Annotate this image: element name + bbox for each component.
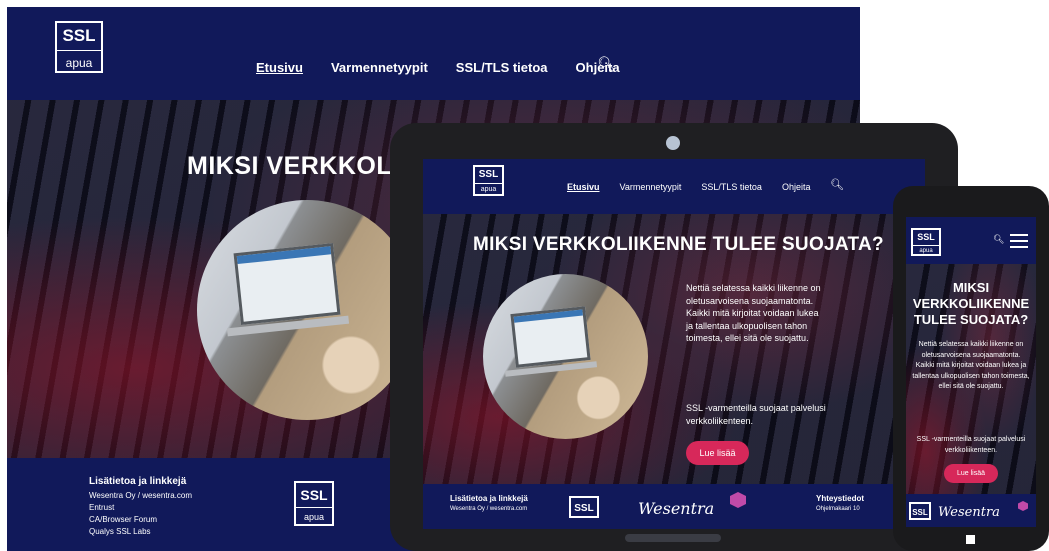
contact-title: Yhteystiedot	[816, 494, 865, 503]
phone-footer-logo: SSL	[909, 502, 931, 520]
footer-logo-line1: SSL	[300, 487, 328, 503]
footer-link-qualys[interactable]: Qualys SSL Labs	[89, 526, 192, 538]
hero-title: MIKSI VERKKOLII	[187, 152, 408, 180]
search-icon[interactable]: 🔍︎	[597, 55, 616, 73]
tablet-footer-logo-line1: SSL	[574, 503, 594, 514]
tablet-nav-ssl-tls-tietoa[interactable]: SSL/TLS tietoa	[701, 182, 762, 192]
desktop-header: SSL apua Etusivu Varmennetyypit SSL/TLS …	[7, 7, 860, 100]
footer-link-entrust[interactable]: Entrust	[89, 502, 192, 514]
phone-partner-hex-icon	[1018, 501, 1028, 511]
nav-item-ssl-tls-tietoa[interactable]: SSL/TLS tietoa	[456, 60, 548, 75]
tablet-footer-links-title: Lisätietoa ja linkkejä	[450, 494, 528, 503]
home-bar	[625, 534, 721, 542]
phone-logo-line2: apua	[913, 244, 939, 254]
logo-line2: apua	[57, 50, 101, 70]
footer-links: Wesentra Oy / wesentra.com Entrust CA/Br…	[89, 490, 192, 538]
search-icon[interactable]: 🔍︎	[993, 234, 1004, 245]
footer-links-title: Lisätietoa ja linkkejä	[89, 476, 187, 487]
nav-item-varmennetyypit[interactable]: Varmennetyypit	[331, 60, 428, 75]
read-more-button[interactable]: Lue lisää	[686, 441, 749, 465]
phone-hero-title: MIKSI VERKKOLIIKENNE TULEE SUOJATA?	[906, 280, 1036, 328]
tablet-header: SSL apua Etusivu Varmennetyypit SSL/TLS …	[423, 159, 925, 214]
phone-read-more-button[interactable]: Lue lisää	[944, 464, 998, 483]
laptop-illustration	[233, 242, 341, 326]
home-button[interactable]	[966, 535, 975, 544]
phone-logo-line1: SSL	[917, 231, 935, 242]
tablet-hero-photo	[483, 274, 648, 439]
phone-footer-logo-line1: SSL	[912, 507, 928, 517]
tablet-hero: MIKSI VERKKOLIIKENNE TULEE SUOJATA? Nett…	[423, 214, 925, 484]
phone-site-logo[interactable]: SSL apua	[911, 228, 941, 256]
phone-footer: SSL Wesentra	[906, 494, 1036, 527]
footer-link-wesentra[interactable]: Wesentra Oy / wesentra.com	[89, 490, 192, 502]
footer-link-cab-forum[interactable]: CA/Browser Forum	[89, 514, 192, 526]
tablet-logo-line2: apua	[475, 183, 502, 193]
nav-item-etusivu[interactable]: Etusivu	[256, 60, 303, 75]
tablet-footer-link-wesentra[interactable]: Wesentra Oy / wesentra.com	[450, 506, 527, 512]
search-icon[interactable]: 🔍︎	[830, 178, 844, 191]
tablet-nav-varmennetyypit[interactable]: Varmennetyypit	[620, 182, 682, 192]
logo-line1: SSL	[62, 26, 96, 45]
main-nav: Etusivu Varmennetyypit SSL/TLS tietoa Oh…	[256, 60, 620, 75]
partner-hex-icon	[730, 492, 746, 508]
wesentra-logo[interactable]: Wesentra	[638, 499, 714, 518]
tablet-hero-paragraph1: Nettiä selatessa kaikki liikenne on olet…	[686, 283, 821, 343]
camera-icon	[666, 136, 680, 150]
contact-address: Ohjelmakaari 10	[816, 506, 860, 512]
device-mockup-showcase: SSL apua Etusivu Varmennetyypit SSL/TLS …	[0, 0, 1049, 551]
tablet-view: SSL apua Etusivu Varmennetyypit SSL/TLS …	[390, 123, 958, 551]
phone-hero: MIKSI VERKKOLIIKENNE TULEE SUOJATA? Nett…	[906, 264, 1036, 514]
tablet-hero-paragraph2: SSL -varmenteilla suojaat palvelusi verk…	[686, 403, 826, 426]
phone-screen: SSL apua 🔍︎ MIKSI VERKKOLIIKENNE TULEE S…	[906, 217, 1036, 527]
phone-wesentra-logo[interactable]: Wesentra	[938, 505, 1000, 520]
footer-logo-line2: apua	[296, 507, 332, 522]
phone-title-line2: VERKKOLIIKENNE	[912, 296, 1030, 311]
footer-logo: SSL apua	[294, 481, 334, 526]
phone-hero-paragraph2: SSL -varmenteilla suojaat palvelusi verk…	[916, 436, 1026, 454]
tablet-site-logo[interactable]: SSL apua	[473, 165, 504, 196]
phone-header: SSL apua 🔍︎	[906, 217, 1036, 264]
tablet-screen: SSL apua Etusivu Varmennetyypit SSL/TLS …	[423, 159, 925, 529]
tablet-hero-title: MIKSI VERKKOLIIKENNE TULEE SUOJATA?	[473, 234, 884, 255]
tablet-nav: Etusivu Varmennetyypit SSL/TLS tietoa Oh…	[567, 182, 810, 192]
site-logo[interactable]: SSL apua	[55, 21, 103, 73]
tablet-nav-etusivu[interactable]: Etusivu	[567, 182, 600, 192]
hamburger-menu-icon[interactable]	[1010, 234, 1028, 248]
hero-photo	[197, 200, 417, 420]
phone-title-line3: TULEE SUOJATA?	[913, 312, 1029, 327]
tablet-footer: Lisätietoa ja linkkejä Wesentra Oy / wes…	[423, 484, 925, 529]
phone-view: SSL apua 🔍︎ MIKSI VERKKOLIIKENNE TULEE S…	[893, 186, 1049, 551]
tablet-logo-line1: SSL	[478, 169, 499, 180]
phone-hero-paragraph1: Nettiä selatessa kaikki liikenne on olet…	[912, 341, 1030, 390]
tablet-footer-logo: SSL	[569, 496, 599, 518]
phone-title-line1: MIKSI	[952, 280, 990, 295]
tablet-nav-ohjeita[interactable]: Ohjeita	[782, 182, 811, 192]
